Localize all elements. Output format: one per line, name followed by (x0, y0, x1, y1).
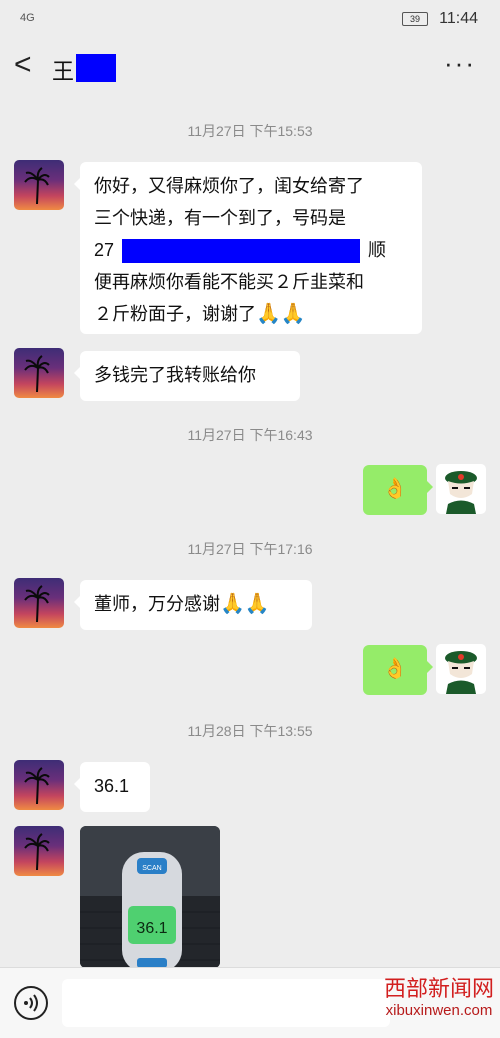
user-avatar[interactable] (436, 464, 486, 514)
timestamp: 11月27日 下午15:53 (187, 123, 313, 139)
contact-avatar[interactable] (14, 578, 64, 628)
battery-icon: 39 (402, 12, 428, 26)
image-message[interactable]: SCAN 36.1 (80, 826, 220, 968)
message-text: 三个快递，有一个到了，号码是 (94, 208, 346, 228)
message-text: ２斤粉面子，谢谢了🙏🙏 (94, 298, 408, 330)
palm-tree-icon (24, 767, 50, 804)
timestamp: 11月27日 下午16:43 (187, 427, 313, 443)
message-text: 你好，又得麻烦你了，闺女给寄了 (94, 176, 364, 196)
contact-avatar[interactable] (14, 826, 64, 876)
watermark-text: 西部新闻网 (383, 977, 494, 1002)
redaction-block (76, 54, 116, 82)
message-bubble[interactable]: 多钱完了我转账给你 (74, 351, 300, 401)
timestamp: 11月27日 下午17:16 (187, 541, 313, 557)
voice-icon[interactable] (14, 986, 48, 1020)
redaction-block (122, 239, 361, 264)
palm-tree-icon (24, 585, 50, 622)
signal-indicator: 4G (20, 12, 35, 24)
thermometer-photo: SCAN 36.1 (80, 826, 220, 968)
chat-header: < 王 ··· (0, 40, 500, 96)
message-text: 顺 (368, 240, 387, 260)
more-options-icon[interactable]: ··· (444, 48, 476, 79)
ok-hand-icon: 👌 (382, 478, 408, 500)
voice-waves-icon (24, 994, 38, 1012)
message-text: ２斤粉面子，谢谢了 (94, 304, 256, 324)
contact-avatar[interactable] (14, 348, 64, 398)
message-bubble-outgoing[interactable]: 👌 (363, 465, 433, 515)
message-bubble[interactable]: 36.1 (74, 762, 150, 812)
message-text: 27 顺 (94, 234, 408, 266)
message-text: 董师，万分感谢 (94, 594, 220, 614)
message-composer: 西部新闻网 xibuxinwen.com (0, 967, 500, 1038)
back-icon[interactable]: < (14, 48, 32, 82)
message-text: 多钱完了我转账给你 (94, 365, 256, 385)
user-avatar[interactable] (436, 644, 486, 694)
contact-avatar[interactable] (14, 160, 64, 210)
ok-hand-icon: 👌 (382, 658, 408, 680)
watermark-logo: 西部新闻网 xibuxinwen.com (384, 978, 494, 1020)
timestamp: 11月28日 下午13:55 (187, 723, 313, 739)
status-time: 11:44 (439, 10, 478, 27)
soldier-avatar-icon (445, 471, 477, 514)
message-input[interactable] (62, 979, 390, 1027)
palm-tree-icon (24, 833, 50, 870)
temperature-reading: 36.1 (136, 920, 167, 937)
watermark-url: xibuxinwen.com (385, 1002, 493, 1019)
soldier-avatar-icon (445, 651, 477, 694)
contact-name: 王 (52, 59, 75, 84)
palm-tree-icon (24, 355, 50, 392)
scan-label: SCAN (142, 865, 161, 872)
praying-hands-icon: 🙏🙏 (220, 593, 270, 615)
message-text: 27 (94, 240, 115, 260)
palm-tree-icon (24, 167, 50, 204)
message-bubble[interactable]: 董师，万分感谢🙏🙏 (74, 580, 312, 630)
message-bubble-outgoing[interactable]: 👌 (363, 645, 433, 695)
status-bar: 4G 39 11:44 (0, 0, 500, 40)
message-bubble[interactable]: 你好，又得麻烦你了，闺女给寄了 三个快递，有一个到了，号码是 27 顺 便再麻烦你… (74, 162, 422, 334)
message-text: 36.1 (94, 776, 130, 796)
message-text: 便再麻烦你看能不能买２斤韭菜和 (94, 272, 364, 292)
praying-hands-icon: 🙏🙏 (256, 303, 306, 325)
contact-avatar[interactable] (14, 760, 64, 810)
